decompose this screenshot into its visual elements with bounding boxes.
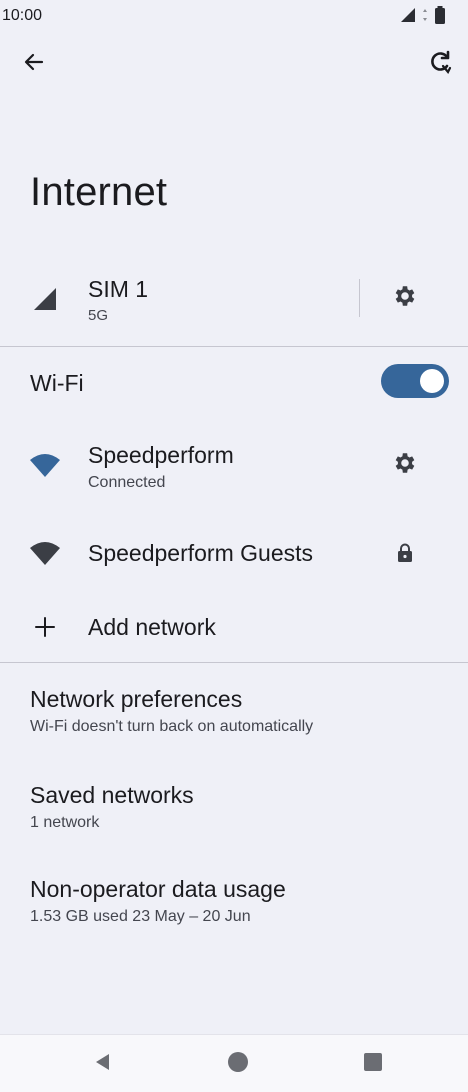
status-bar: 10:00 (0, 0, 468, 32)
pref-title: Saved networks (30, 782, 194, 808)
cell-signal-status-icon (400, 7, 416, 28)
data-usage-row[interactable]: Non-operator data usage 1.53 GB used 23 … (0, 862, 468, 942)
arrow-left-icon (22, 50, 46, 79)
wifi-icon (28, 448, 62, 482)
nav-back-button[interactable] (90, 1051, 116, 1077)
page-title: Internet (30, 170, 168, 214)
refresh-icon (427, 49, 453, 80)
triangle-back-icon (93, 1052, 113, 1077)
section-divider (0, 662, 468, 663)
lock-icon (388, 536, 422, 570)
network-name: Speedperform (88, 442, 234, 468)
saved-networks-row[interactable]: Saved networks 1 network (0, 768, 468, 848)
status-time: 10:00 (2, 7, 43, 24)
pref-subtitle: 1.53 GB used 23 May – 20 Jun (30, 908, 251, 925)
nav-recents-button[interactable] (360, 1051, 386, 1077)
refresh-button[interactable] (420, 44, 460, 84)
sim-name: SIM 1 (88, 276, 149, 302)
wifi-toggle-switch[interactable] (381, 364, 449, 398)
sim-network-type: 5G (88, 307, 109, 324)
wifi-label: Wi-Fi (30, 370, 84, 396)
pref-subtitle: 1 network (30, 814, 100, 831)
toggle-thumb (420, 369, 444, 393)
pref-title: Network preferences (30, 686, 243, 712)
square-recents-icon (363, 1052, 383, 1077)
wifi-status-icon (422, 7, 428, 28)
circle-home-icon (227, 1051, 249, 1078)
back-button[interactable] (14, 44, 54, 84)
sim-settings-button[interactable] (388, 281, 422, 315)
section-divider (0, 346, 468, 347)
network-status: Connected (88, 474, 166, 491)
pref-title: Non-operator data usage (30, 876, 286, 902)
add-network-label: Add network (88, 614, 216, 640)
network-settings-button[interactable] (388, 448, 422, 482)
nav-home-button[interactable] (225, 1051, 251, 1077)
battery-icon (434, 6, 446, 29)
plus-icon (28, 610, 62, 644)
cell-signal-icon (28, 282, 62, 316)
gear-icon (392, 450, 418, 481)
pref-subtitle: Wi-Fi doesn't turn back on automatically (30, 718, 314, 735)
status-icons (400, 6, 446, 29)
system-nav-bar (0, 1034, 468, 1092)
wifi-icon (28, 536, 62, 570)
internet-settings-screen: 10:00 Internet SIM 1 5G Wi-Fi Speedperfo… (0, 0, 468, 1092)
network-preferences-row[interactable]: Network preferences Wi-Fi doesn't turn b… (0, 672, 468, 752)
gear-icon (392, 283, 418, 314)
sim-divider (359, 279, 360, 317)
add-network-row[interactable]: Add network (0, 596, 468, 658)
network-name: Speedperform Guests (88, 540, 314, 566)
